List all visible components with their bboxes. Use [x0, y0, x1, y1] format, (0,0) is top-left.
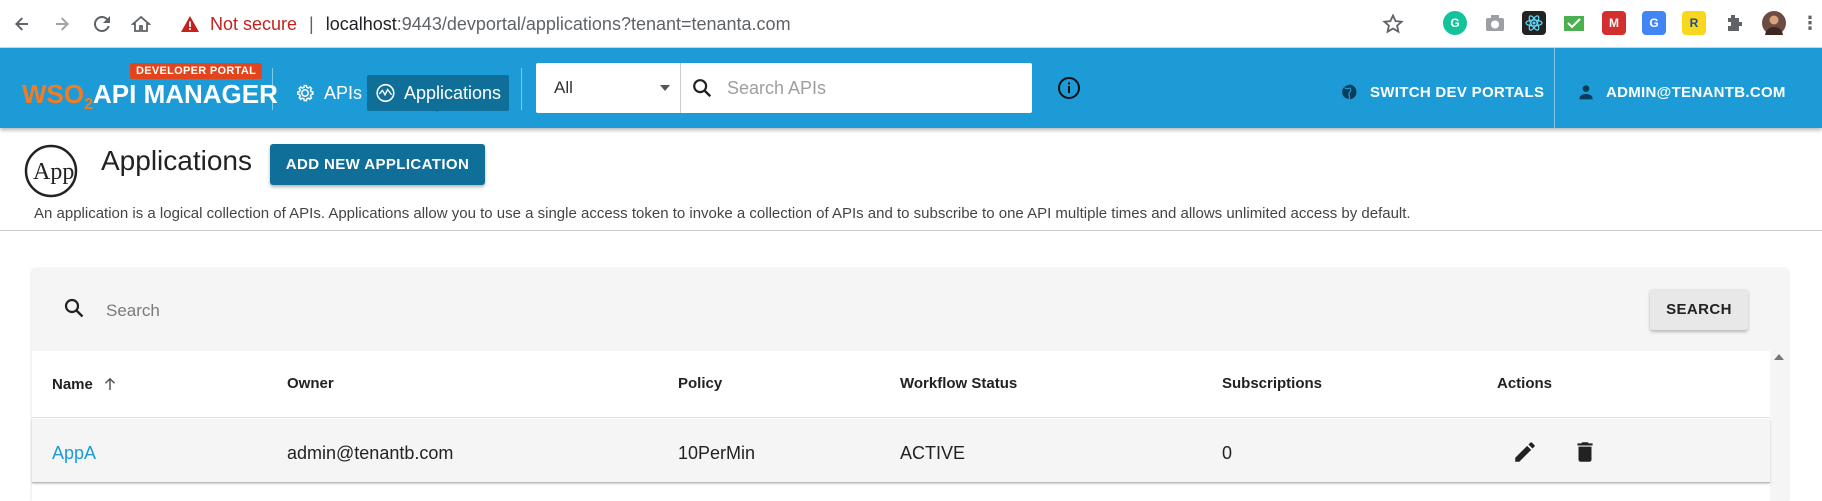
applications-table: Name Owner Policy Workflow Status Subscr…: [32, 351, 1770, 501]
application-search-input[interactable]: [106, 296, 1306, 326]
forward-icon[interactable]: [48, 10, 76, 38]
search-button[interactable]: SEARCH: [1650, 289, 1748, 330]
sort-ascending-icon[interactable]: [101, 375, 119, 393]
bookmark-star-icon[interactable]: [1381, 12, 1405, 36]
developer-portal-badge: DEVELOPER PORTAL: [130, 63, 263, 79]
react-devtools-icon[interactable]: [1522, 11, 1546, 35]
column-header-owner[interactable]: Owner: [287, 375, 334, 392]
info-icon[interactable]: [1057, 76, 1081, 100]
column-header-label: Name: [52, 375, 93, 393]
switch-dev-portals-button[interactable]: SWITCH DEV PORTALS: [1340, 76, 1544, 108]
column-header-workflow-status[interactable]: Workflow Status: [900, 375, 1017, 392]
logo-sub: 2: [84, 96, 94, 114]
app-logo: App: [24, 144, 78, 198]
header-divider: [1554, 48, 1555, 128]
reload-icon[interactable]: [88, 10, 116, 38]
app-header: DEVELOPER PORTAL WSO2 API MANAGER APIs A…: [0, 48, 1822, 128]
product-name: API MANAGER: [93, 79, 278, 109]
page-description: An application is a logical collection o…: [34, 205, 1411, 222]
home-icon[interactable]: [127, 10, 155, 38]
header-divider: [521, 68, 522, 110]
page-title: Applications: [101, 145, 252, 176]
app-logo-text: App: [33, 159, 74, 185]
user-icon: [1579, 85, 1593, 100]
switch-dev-portals-label: SWITCH DEV PORTALS: [1370, 83, 1545, 101]
application-workflow-status: ACTIVE: [900, 443, 966, 463]
api-search-group: All: [536, 63, 1032, 113]
wso2-logo[interactable]: WSO2: [22, 79, 93, 114]
browser-menu-icon[interactable]: ⋮: [1798, 11, 1822, 35]
column-header-subscriptions[interactable]: Subscriptions: [1222, 375, 1322, 392]
translate-extension-icon[interactable]: G: [1642, 11, 1666, 35]
url-path: :9443/devportal/applications?tenant=tena…: [396, 13, 791, 34]
search-scope-value: All: [554, 78, 573, 97]
camera-extension-icon[interactable]: [1483, 11, 1507, 35]
profile-avatar[interactable]: [1762, 11, 1786, 35]
search-scope-select[interactable]: All: [536, 63, 681, 113]
table-row: AppA admin@tenantb.com 10PerMin ACTIVE 0: [32, 419, 1770, 483]
add-new-application-button[interactable]: ADD NEW APPLICATION: [270, 144, 485, 185]
warning-icon: [181, 16, 199, 32]
header-divider: [272, 68, 273, 110]
grammarly-extension-icon[interactable]: G: [1443, 11, 1467, 35]
column-header-name[interactable]: Name: [52, 375, 119, 393]
nav-apis[interactable]: APIs: [286, 75, 370, 111]
application-policy: 10PerMin: [678, 443, 756, 463]
edit-icon[interactable]: [1512, 439, 1538, 465]
application-name-link[interactable]: AppA: [52, 443, 96, 464]
page-divider: [0, 230, 1822, 231]
checklist-extension-icon[interactable]: [1562, 11, 1586, 35]
logo-wso: WSO: [22, 79, 85, 109]
mendeley-extension-icon[interactable]: M: [1602, 11, 1626, 35]
scroll-up-arrow[interactable]: [1774, 354, 1784, 360]
chevron-down-icon: [660, 85, 670, 91]
nav-apis-label: APIs: [324, 82, 363, 103]
r-extension-icon[interactable]: R: [1682, 11, 1706, 35]
active-nav-indicator: [429, 104, 445, 112]
api-search-field: [681, 63, 1032, 113]
search-icon: [693, 79, 712, 98]
application-owner: admin@tenantb.com: [287, 443, 454, 463]
applications-icon: [376, 83, 395, 103]
column-header-actions: Actions: [1497, 375, 1553, 392]
security-label: Not secure: [210, 13, 298, 34]
gear-icon: [297, 84, 314, 102]
back-icon[interactable]: [8, 10, 36, 38]
browser-toolbar: Not secure | localhost :9443/devportal/a…: [0, 0, 1822, 48]
api-search-input[interactable]: [727, 77, 1007, 99]
address-bar[interactable]: Not secure | localhost :9443/devportal/a…: [168, 5, 1411, 43]
globe-icon: [1340, 83, 1357, 101]
nav-applications-label: Applications: [403, 82, 501, 103]
delete-icon[interactable]: [1572, 439, 1598, 465]
search-icon: [64, 298, 84, 318]
table-header: Name Owner Policy Workflow Status Subscr…: [32, 351, 1770, 418]
user-menu[interactable]: ADMIN@TENANTB.COM: [1578, 76, 1786, 108]
url-host: localhost: [325, 13, 397, 34]
application-subscriptions: 0: [1222, 443, 1233, 463]
column-header-policy[interactable]: Policy: [678, 375, 722, 392]
url-separator: |: [309, 13, 314, 34]
user-email: ADMIN@TENANTB.COM: [1606, 83, 1786, 101]
extensions-puzzle-icon[interactable]: [1722, 11, 1746, 35]
